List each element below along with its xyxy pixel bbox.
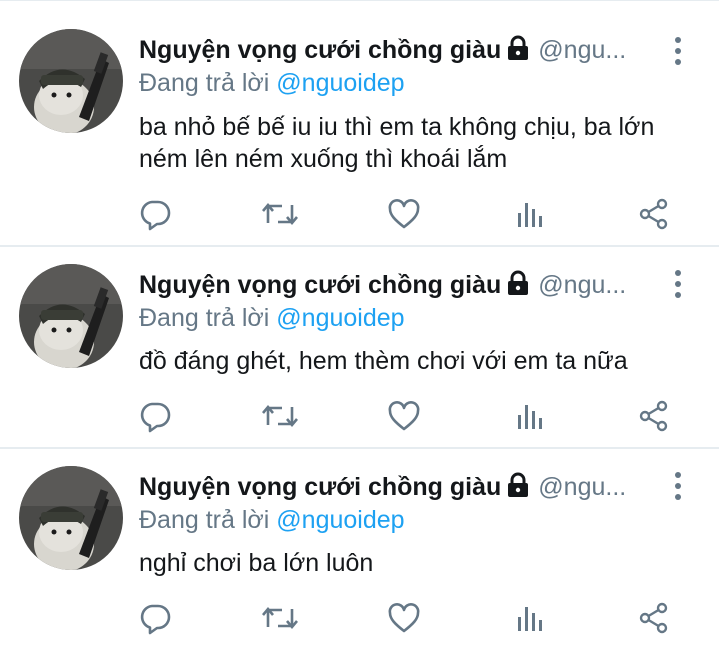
- replying-to-label: Đang trả lời: [139, 304, 270, 332]
- user-handle[interactable]: @ngu...: [538, 473, 626, 501]
- display-name[interactable]: Nguyện vọng cưới chồng giàu: [139, 36, 501, 64]
- retweet-button[interactable]: [262, 398, 298, 434]
- tweet-item[interactable]: Nguyện vọng cưới chồng giàu @ngu... Đang …: [0, 247, 719, 449]
- share-button[interactable]: [636, 600, 672, 636]
- tweet-text: ba nhỏ bế bế iu iu thì em ta không chịu,…: [139, 113, 655, 173]
- heart-icon: [388, 603, 420, 633]
- reply-button[interactable]: [137, 600, 173, 636]
- retweet-button[interactable]: [262, 196, 298, 232]
- reply-bubble-icon: [140, 402, 171, 433]
- reply-mention-link[interactable]: @nguoidep: [276, 506, 404, 534]
- tweet-header: Nguyện vọng cưới chồng giàu @ngu...: [139, 470, 659, 504]
- lock-icon: [508, 472, 529, 497]
- avatar[interactable]: [19, 264, 123, 368]
- share-icon: [639, 400, 668, 432]
- tweet-header: Nguyện vọng cưới chồng giàu @ngu...: [139, 268, 659, 302]
- user-handle[interactable]: @ngu...: [538, 36, 626, 64]
- display-name[interactable]: Nguyện vọng cưới chồng giàu: [139, 473, 501, 501]
- more-vertical-icon[interactable]: [668, 471, 688, 501]
- analytics-button[interactable]: [512, 398, 548, 434]
- tweet-text: nghỉ chơi ba lớn luôn: [139, 549, 374, 577]
- replying-to-line: Đang trả lời @nguoidep: [139, 301, 405, 335]
- share-button[interactable]: [636, 398, 672, 434]
- reply-bubble-icon: [140, 604, 171, 635]
- reply-button[interactable]: [137, 398, 173, 434]
- avatar[interactable]: [19, 29, 123, 133]
- replying-to-line: Đang trả lời @nguoidep: [139, 66, 405, 100]
- tweet-text: đồ đáng ghét, hem thèm chơi với em ta nữ…: [139, 347, 628, 375]
- replying-to-label: Đang trả lời: [139, 69, 270, 97]
- avatar[interactable]: [19, 466, 123, 570]
- replying-to-label: Đang trả lời: [139, 506, 270, 534]
- analytics-bars-icon: [518, 607, 542, 631]
- more-vertical-icon[interactable]: [668, 269, 688, 299]
- replying-to-line: Đang trả lời @nguoidep: [139, 503, 405, 537]
- retweet-icon: [262, 202, 298, 226]
- analytics-bars-icon: [518, 405, 542, 429]
- reply-bubble-icon: [140, 200, 171, 231]
- share-icon: [639, 198, 668, 230]
- like-button[interactable]: [386, 196, 422, 232]
- tweet-actions: [0, 196, 719, 232]
- reply-mention-link[interactable]: @nguoidep: [276, 304, 404, 332]
- reply-button[interactable]: [137, 196, 173, 232]
- like-button[interactable]: [386, 600, 422, 636]
- heart-icon: [388, 199, 420, 229]
- like-button[interactable]: [386, 398, 422, 434]
- tweet-item[interactable]: Nguyện vọng cưới chồng giàu @ngu... Đang …: [0, 449, 719, 648]
- analytics-button[interactable]: [512, 600, 548, 636]
- tweet-header: Nguyện vọng cưới chồng giàu @ngu...: [139, 33, 659, 67]
- retweet-icon: [262, 606, 298, 630]
- share-button[interactable]: [636, 196, 672, 232]
- lock-icon: [508, 35, 529, 60]
- display-name[interactable]: Nguyện vọng cưới chồng giàu: [139, 271, 501, 299]
- reply-mention-link[interactable]: @nguoidep: [276, 69, 404, 97]
- analytics-button[interactable]: [512, 196, 548, 232]
- tweet-actions: [0, 600, 719, 636]
- user-handle[interactable]: @ngu...: [538, 271, 626, 299]
- heart-icon: [388, 401, 420, 431]
- analytics-bars-icon: [518, 203, 542, 227]
- more-vertical-icon[interactable]: [668, 36, 688, 66]
- tweet-actions: [0, 398, 719, 434]
- share-icon: [639, 602, 668, 634]
- retweet-button[interactable]: [262, 600, 298, 636]
- lock-icon: [508, 270, 529, 295]
- retweet-icon: [262, 404, 298, 428]
- tweet-item[interactable]: Nguyện vọng cưới chồng giàu @ngu... Đang …: [0, 0, 719, 247]
